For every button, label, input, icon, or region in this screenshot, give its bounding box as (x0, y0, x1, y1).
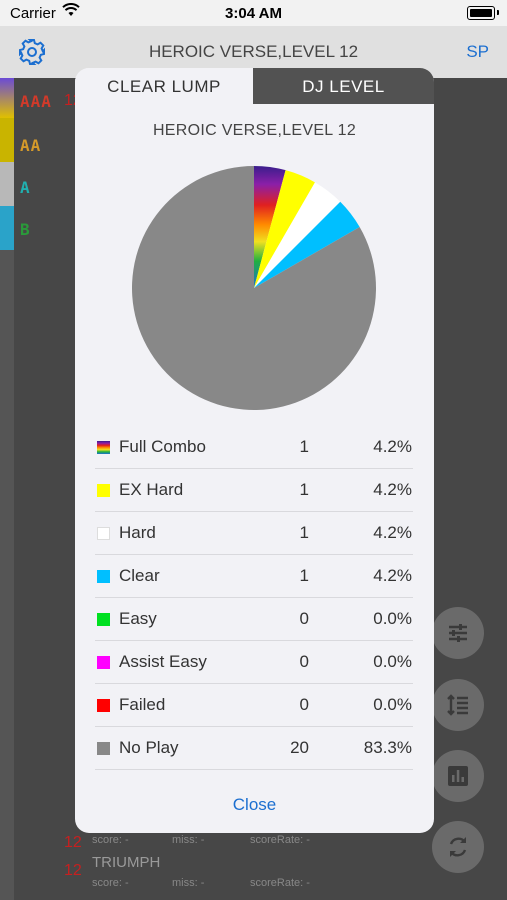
legend-swatch (97, 656, 110, 669)
legend-percent: 4.2% (373, 566, 412, 585)
legend-label: Failed (119, 695, 166, 714)
legend-label: Full Combo (119, 437, 206, 456)
sliders-icon (449, 624, 467, 642)
grade-label: B (20, 220, 31, 239)
legend-count: 1 (299, 480, 309, 499)
legend-label: Assist Easy (119, 652, 207, 671)
clock: 3:04 AM (225, 5, 282, 22)
legend-count: 0 (299, 652, 309, 671)
legend: Full Combo 1 4.2% EX Hard 1 4.2% Hard 1 4.2% Clea… (95, 426, 413, 770)
close-button[interactable]: Close (75, 795, 434, 815)
score-rate-label: scoreRate: - (250, 834, 310, 846)
nav-title: HEROIC VERSE,LEVEL 12 (148, 42, 359, 61)
legend-swatch (97, 527, 110, 540)
legend-swatch (97, 699, 110, 712)
score-label: score: - (92, 877, 129, 889)
legend-label: Clear (119, 566, 160, 585)
legend-row: Hard 1 4.2% (95, 512, 413, 555)
grade-tab-aaa[interactable] (0, 78, 14, 118)
sp-button[interactable]: SP (466, 42, 489, 62)
grade-label: AA (20, 136, 42, 155)
legend-row: EX Hard 1 4.2% (95, 469, 413, 512)
score-label: score: - (92, 834, 129, 846)
grade-label: A (20, 178, 31, 197)
refresh-button[interactable] (432, 821, 484, 873)
legend-count: 0 (299, 609, 309, 628)
legend-label: EX Hard (119, 480, 184, 499)
legend-swatch (97, 570, 110, 583)
legend-label: Hard (119, 523, 156, 542)
grade-tab-b[interactable] (0, 206, 14, 250)
legend-percent: 4.2% (373, 523, 412, 542)
grade-tab-a[interactable] (0, 162, 14, 206)
legend-percent: 0.0% (373, 609, 412, 628)
legend-percent: 4.2% (373, 480, 412, 499)
legend-swatch (97, 742, 110, 755)
pie-chart (132, 166, 376, 410)
legend-row: No Play 20 83.3% (95, 727, 413, 770)
legend-count: 0 (299, 695, 309, 714)
legend-count: 20 (290, 738, 309, 757)
tab-bar: CLEAR LUMP DJ LEVEL (75, 68, 434, 104)
legend-swatch (97, 613, 110, 626)
legend-count: 1 (299, 566, 309, 585)
legend-swatch (97, 441, 110, 454)
legend-percent: 0.0% (373, 652, 412, 671)
clear-lump-modal: CLEAR LUMP DJ LEVEL HEROIC VERSE,LEVEL 1… (75, 68, 434, 833)
legend-swatch (97, 484, 110, 497)
chart-title: HEROIC VERSE,LEVEL 12 (152, 122, 357, 139)
song-title[interactable]: TRIUMPH (92, 854, 160, 871)
legend-row: Assist Easy 0 0.0% (95, 641, 413, 684)
legend-count: 1 (299, 437, 309, 456)
legend-percent: 4.2% (373, 437, 412, 456)
legend-row: Full Combo 1 4.2% (95, 426, 413, 469)
grade-label: AAA (20, 92, 52, 111)
level-label: 12 (64, 862, 82, 879)
refresh-icon (449, 837, 467, 857)
legend-row: Clear 1 4.2% (95, 555, 413, 598)
miss-label: miss: - (172, 834, 205, 846)
sort-lines-icon (447, 694, 468, 716)
legend-percent: 0.0% (373, 695, 412, 714)
tab-clear-lump[interactable]: CLEAR LUMP (75, 68, 253, 104)
battery-icon (467, 6, 495, 20)
legend-row: Easy 0 0.0% (95, 598, 413, 641)
bar-chart-icon (448, 766, 468, 786)
sort-button[interactable] (432, 679, 484, 731)
statistics-button[interactable] (432, 750, 484, 802)
legend-percent: 83.3% (363, 738, 412, 757)
legend-row: Failed 0 0.0% (95, 684, 413, 727)
score-rate-label: scoreRate: - (250, 877, 310, 889)
legend-label: No Play (119, 738, 179, 757)
grade-tab-aa[interactable] (0, 118, 14, 162)
legend-label: Easy (119, 609, 157, 628)
level-label: 12 (64, 834, 82, 851)
status-bar: Carrier 3:04 AM (0, 0, 507, 26)
legend-count: 1 (299, 523, 309, 542)
tab-dj-level[interactable]: DJ LEVEL (253, 68, 434, 104)
miss-label: miss: - (172, 877, 205, 889)
filter-button[interactable] (432, 607, 484, 659)
